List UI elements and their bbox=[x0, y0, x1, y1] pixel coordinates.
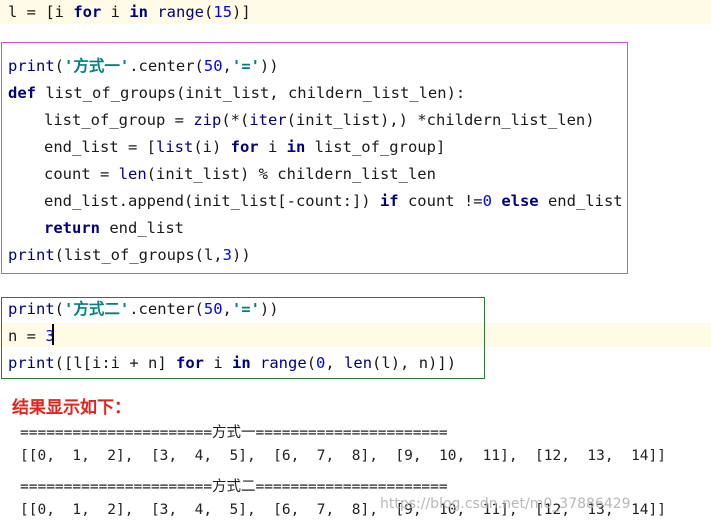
code-line-return[interactable]: return end_list bbox=[44, 217, 184, 239]
text-cursor bbox=[52, 324, 54, 345]
result-heading: 结果显示如下： bbox=[12, 398, 131, 418]
code-line-print-method2[interactable]: print('方式二'.center(50,'=')) bbox=[8, 298, 279, 320]
code-line-append[interactable]: end_list.append(init_list[-count:]) if c… bbox=[44, 190, 623, 212]
code-line-n-assign[interactable]: n = 3 bbox=[8, 325, 55, 347]
code-line-print-method1[interactable]: print('方式一'.center(50,'=')) bbox=[8, 55, 279, 77]
code-line-def-function[interactable]: def list_of_groups(init_list, childern_l… bbox=[8, 82, 465, 104]
code-line-print-call[interactable]: print(list_of_groups(l,3)) bbox=[8, 244, 251, 266]
code-line-zip[interactable]: list_of_group = zip(*(iter(init_list),) … bbox=[44, 109, 595, 131]
code-line-count[interactable]: count = len(init_list) % childern_list_l… bbox=[44, 163, 436, 185]
result-output-method1: [[0, 1, 2], [3, 4, 5], [6, 7, 8], [9, 10… bbox=[20, 448, 667, 464]
code-line-end-list[interactable]: end_list = [list(i) for i in list_of_gro… bbox=[44, 136, 445, 158]
code-line-list-def[interactable]: l = [i for i in range(15)] bbox=[8, 1, 251, 23]
result-separator-method1: ======================方式一===============… bbox=[20, 425, 448, 441]
watermark-text: https://blog.csdn.net/m0_37886429 bbox=[380, 496, 631, 512]
result-separator-method2: ======================方式二===============… bbox=[20, 479, 448, 495]
code-line-slice-print[interactable]: print([l[i:i + n] for i in range(0, len(… bbox=[8, 352, 456, 374]
